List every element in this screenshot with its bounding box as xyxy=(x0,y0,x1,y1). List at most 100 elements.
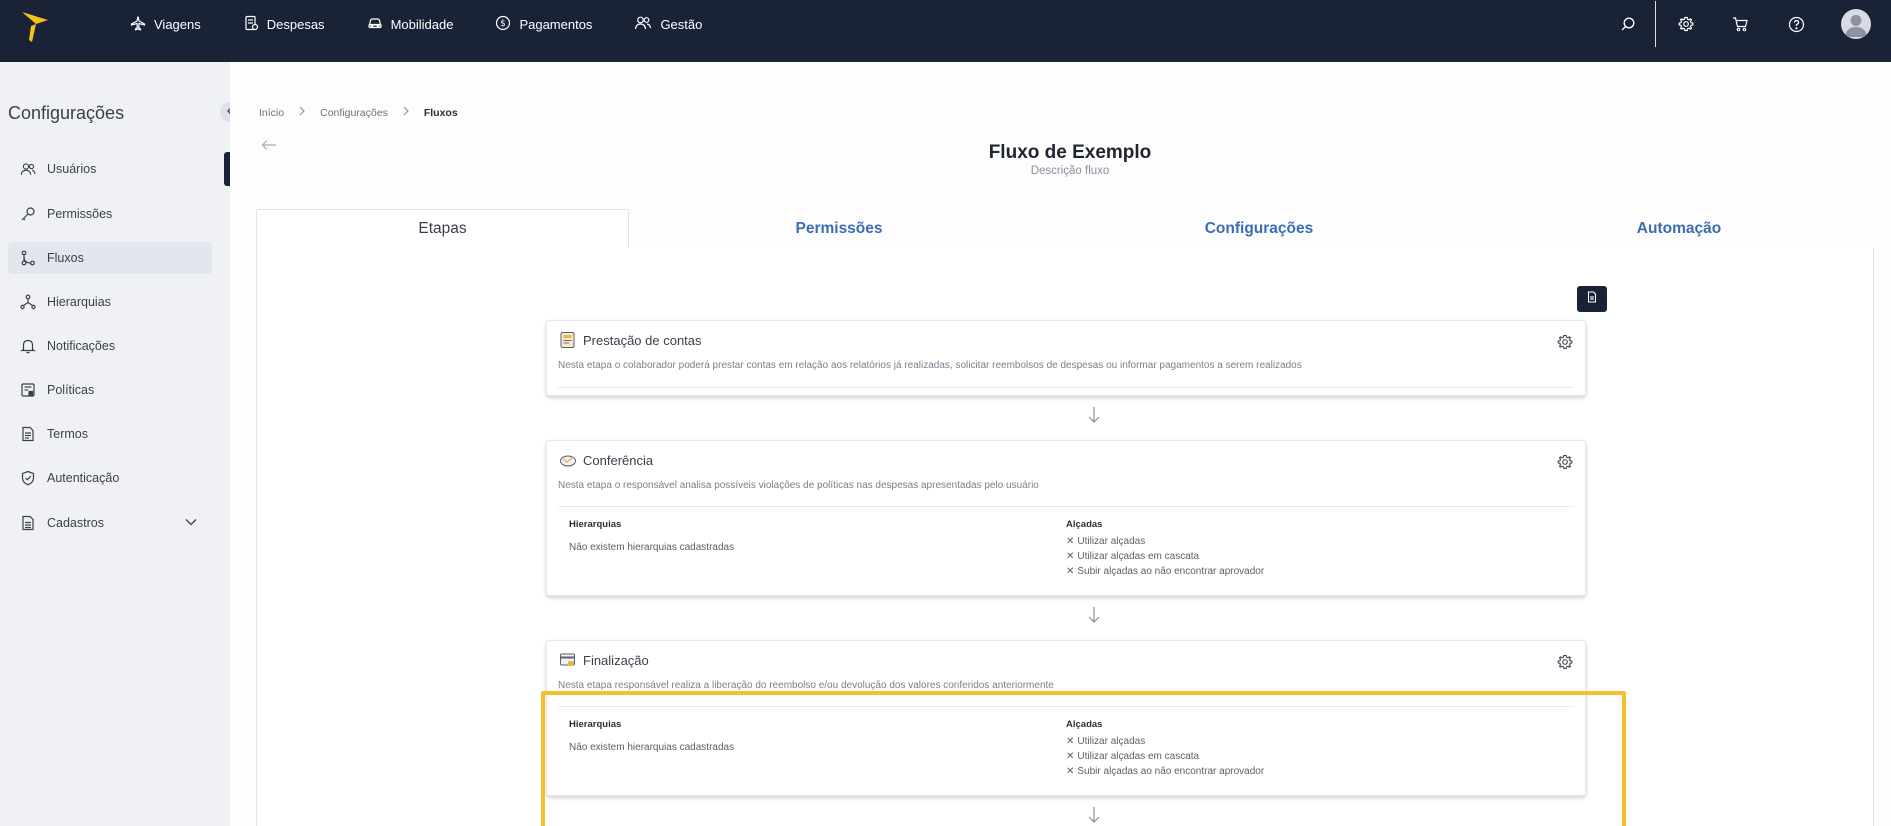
breadcrumb-item-configuracoes[interactable]: Configurações xyxy=(320,107,388,119)
alcadas-title: Alçadas xyxy=(1066,519,1103,530)
receipt-illustration-icon xyxy=(559,331,577,349)
arrow-down-icon xyxy=(1087,606,1101,629)
breadcrumb: Início Configurações Fluxos xyxy=(259,106,458,119)
nav-gestao[interactable]: Gestão xyxy=(634,15,702,34)
review-illustration-icon xyxy=(559,451,577,469)
divider xyxy=(1655,1,1656,47)
sidebar: Configurações Usuários Permissões Fluxos… xyxy=(0,62,230,826)
gear-icon[interactable] xyxy=(1675,13,1697,35)
tab-permissoes[interactable]: Permissões xyxy=(629,209,1049,249)
nav-viagens[interactable]: Viagens xyxy=(130,15,201,34)
bell-icon xyxy=(20,338,36,354)
users-icon xyxy=(20,161,36,177)
divider xyxy=(558,506,1574,507)
key-icon xyxy=(20,206,36,222)
breadcrumb-item-inicio[interactable]: Início xyxy=(259,107,284,119)
alcadas-title: Alçadas xyxy=(1066,719,1103,730)
dollar-coin-icon: $ xyxy=(495,15,519,34)
sidebar-item-hierarquias[interactable]: Hierarquias xyxy=(8,286,212,318)
step-description: Nesta etapa responsável realiza a libera… xyxy=(558,680,1054,691)
user-avatar[interactable] xyxy=(1841,9,1871,39)
hierarchies-text: Não existem hierarquias cadastradas xyxy=(569,542,735,553)
car-icon xyxy=(367,15,391,34)
tab-etapas[interactable]: Etapas xyxy=(256,209,629,249)
chevron-right-icon xyxy=(402,106,410,119)
step-title: Conferência xyxy=(583,452,654,468)
sidebar-item-label: Termos xyxy=(47,427,88,441)
terms-icon xyxy=(20,426,36,442)
flow-icon xyxy=(20,250,36,266)
export-document-button[interactable] xyxy=(1577,286,1607,312)
sidebar-item-termos[interactable]: Termos xyxy=(8,418,212,450)
payment-illustration-icon xyxy=(559,651,577,669)
hierarchies-text: Não existem hierarquias cadastradas xyxy=(569,742,735,753)
breadcrumb-item-fluxos: Fluxos xyxy=(423,106,458,119)
step-description: Nesta etapa o colaborador poderá prestar… xyxy=(558,360,1302,371)
tab-automacao[interactable]: Automação xyxy=(1469,209,1889,249)
sidebar-item-permissoes[interactable]: Permissões xyxy=(8,198,212,230)
help-icon[interactable] xyxy=(1785,13,1807,35)
alcada-item: ✕ Utilizar alçadas xyxy=(1066,736,1146,747)
step-card-prestacao: Prestação de contas Nesta etapa o colabo… xyxy=(546,320,1586,396)
cart-icon[interactable] xyxy=(1729,13,1751,35)
step-card-conferencia: Conferência Nesta etapa o responsável an… xyxy=(546,440,1586,596)
nav-label: Viagens xyxy=(154,16,201,32)
close-icon: ✕ xyxy=(1066,551,1075,562)
step-title: Finalização xyxy=(583,652,649,668)
alcada-item: ✕ Utilizar alçadas em cascata xyxy=(1066,751,1200,762)
tab-configuracoes[interactable]: Configurações xyxy=(1049,209,1469,249)
sidebar-item-label: Cadastros xyxy=(47,516,104,530)
hierarchies-title: Hierarquias xyxy=(569,719,622,730)
sidebar-item-notificacoes[interactable]: Notificações xyxy=(8,330,212,362)
main-content: Início Configurações Fluxos Fluxo de Exe… xyxy=(230,62,1891,826)
tabs: Etapas Permissões Configurações Automaçã… xyxy=(256,209,1874,249)
sidebar-item-label: Políticas xyxy=(47,383,95,397)
sidebar-item-label: Hierarquias xyxy=(47,295,111,309)
shield-icon xyxy=(20,470,36,486)
step-header: Finalização xyxy=(559,651,649,669)
top-right-actions xyxy=(1617,0,1891,48)
arrow-down-icon xyxy=(1087,406,1101,429)
sidebar-item-politicas[interactable]: Políticas xyxy=(8,374,212,406)
step-card-finalizacao: Finalização Nesta etapa responsável real… xyxy=(546,640,1586,796)
chevron-right-icon xyxy=(298,106,306,119)
gear-icon[interactable] xyxy=(1557,334,1573,355)
nav-despesas[interactable]: Despesas xyxy=(243,15,325,34)
sidebar-item-label: Fluxos xyxy=(47,251,84,265)
sidebar-item-usuarios[interactable]: Usuários xyxy=(8,153,212,185)
airplane-icon xyxy=(130,15,154,34)
sidebar-item-cadastros[interactable]: Cadastros xyxy=(8,507,212,539)
alcada-item: ✕ Subir alçadas ao não encontrar aprovado… xyxy=(1066,766,1265,777)
users-icon xyxy=(634,15,660,34)
gear-icon[interactable] xyxy=(1557,454,1573,475)
nav-pagamentos[interactable]: $ Pagamentos xyxy=(495,15,592,34)
page-title: Fluxo de Exemplo xyxy=(988,142,1152,163)
sidebar-item-autenticacao[interactable]: Autenticação xyxy=(8,462,212,494)
top-navigation-bar: Viagens Despesas Mobilidade $ Pagamentos… xyxy=(0,0,1891,62)
step-header: Conferência xyxy=(559,451,653,469)
brand-logo[interactable] xyxy=(20,10,50,44)
alcada-item: ✕ Utilizar alçadas em cascata xyxy=(1066,551,1200,562)
nav-label: Pagamentos xyxy=(519,16,593,32)
sidebar-item-label: Usuários xyxy=(47,162,97,176)
sidebar-item-fluxos[interactable]: Fluxos xyxy=(8,242,212,274)
hierarchy-icon xyxy=(20,294,36,310)
nav-mobilidade[interactable]: Mobilidade xyxy=(367,15,453,34)
step-description: Nesta etapa o responsável analisa possív… xyxy=(558,480,1039,491)
divider xyxy=(558,387,1574,388)
document-icon xyxy=(20,515,36,531)
hierarchies-title: Hierarquias xyxy=(569,519,622,530)
step-header: Prestação de contas xyxy=(559,331,702,349)
sidebar-item-label: Notificações xyxy=(47,339,116,353)
svg-text:$: $ xyxy=(501,19,506,29)
nav-label: Despesas xyxy=(266,16,325,32)
chevron-down-icon[interactable] xyxy=(184,515,198,532)
close-icon: ✕ xyxy=(1066,751,1075,762)
nav-label: Gestão xyxy=(660,16,703,32)
search-icon[interactable] xyxy=(1617,13,1639,35)
gear-icon[interactable] xyxy=(1557,654,1573,675)
sidebar-title: Configurações xyxy=(8,103,125,123)
alcada-item: ✕ Utilizar alçadas xyxy=(1066,536,1146,547)
close-icon: ✕ xyxy=(1066,766,1075,777)
step-title: Prestação de contas xyxy=(583,332,702,348)
